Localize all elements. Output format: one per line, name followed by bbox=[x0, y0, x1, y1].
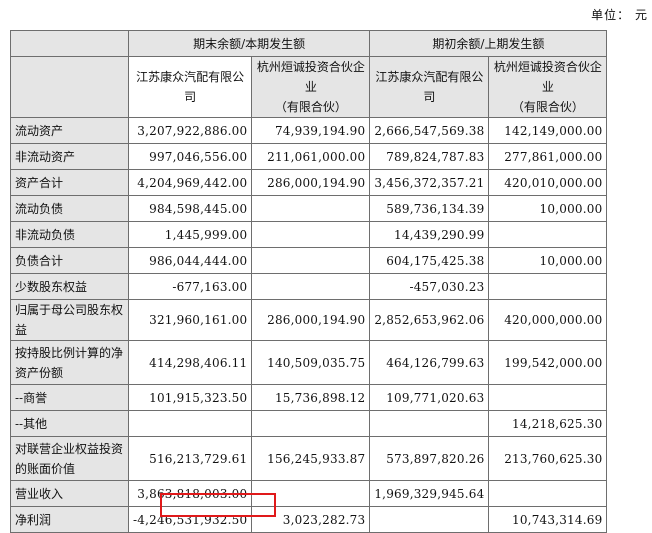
cell-a-prior: 789,824,787.83 bbox=[369, 143, 490, 170]
cell-a-current: 321,960,161.00 bbox=[127, 299, 253, 341]
cell-b-prior: 142,149,000.00 bbox=[488, 117, 608, 144]
cell-b-prior: 213,760,625.30 bbox=[488, 436, 608, 481]
row-label: 非流动负债 bbox=[10, 221, 129, 248]
cell-b-current bbox=[251, 273, 371, 300]
cell-a-prior: 3,456,372,357.21 bbox=[369, 169, 490, 196]
header-company-b-current: 杭州烜诚投资合伙企业 （有限合伙） bbox=[251, 56, 371, 118]
cell-b-prior bbox=[488, 221, 608, 248]
row-label: 对联营企业权益投资的账面价值 bbox=[10, 436, 129, 481]
cell-a-current: 4,204,969,442.00 bbox=[127, 169, 253, 196]
header-corner bbox=[10, 30, 129, 57]
table-row: 对联营企业权益投资的账面价值 516,213,729.61 156,245,93… bbox=[10, 436, 608, 481]
cell-b-current bbox=[251, 221, 371, 248]
row-label: 资产合计 bbox=[10, 169, 129, 196]
row-label: 净利润 bbox=[10, 506, 129, 533]
cell-a-current: 984,598,445.00 bbox=[127, 195, 253, 222]
cell-b-prior: 10,000.00 bbox=[488, 247, 608, 274]
cell-a-prior: 2,666,547,569.38 bbox=[369, 117, 490, 144]
cell-b-prior: 277,861,000.00 bbox=[488, 143, 608, 170]
table-row: 净利润 -4,246,531,932.50 3,023,282.73 10,74… bbox=[10, 506, 608, 533]
company-b-suffix: （有限合伙） bbox=[274, 100, 347, 114]
header-row-companies: 江苏康众汽配有限公司 杭州烜诚投资合伙企业 （有限合伙） 江苏康众汽配有限公司 … bbox=[10, 56, 608, 118]
cell-a-current: 3,207,922,886.00 bbox=[127, 117, 253, 144]
cell-b-prior: 420,010,000.00 bbox=[488, 169, 608, 196]
cell-b-prior: 14,218,625.30 bbox=[488, 410, 608, 437]
row-label: --商誉 bbox=[10, 384, 129, 411]
cell-a-current: -677,163.00 bbox=[127, 273, 253, 300]
row-label: 归属于母公司股东权益 bbox=[10, 299, 129, 341]
cell-b-current: 286,000,194.90 bbox=[251, 169, 371, 196]
cell-b-current: 15,736,898.12 bbox=[251, 384, 371, 411]
cell-b-current bbox=[251, 247, 371, 274]
cell-a-prior bbox=[369, 410, 490, 437]
header-row-groups: 期末余额/本期发生额 期初余额/上期发生额 bbox=[10, 30, 608, 57]
cell-a-current: 986,044,444.00 bbox=[127, 247, 253, 274]
cell-b-current bbox=[251, 410, 371, 437]
cell-b-current bbox=[251, 195, 371, 222]
cell-a-current bbox=[127, 410, 253, 437]
table-row: 负债合计 986,044,444.00 604,175,425.38 10,00… bbox=[10, 247, 608, 274]
row-label: 流动资产 bbox=[10, 117, 129, 144]
table-row: 少数股东权益 -677,163.00 -457,030.23 bbox=[10, 273, 608, 300]
cell-a-prior: 109,771,020.63 bbox=[369, 384, 490, 411]
cell-a-prior: 464,126,799.63 bbox=[369, 340, 490, 385]
cell-a-prior bbox=[369, 506, 490, 533]
table-row: 非流动资产 997,046,556.00 211,061,000.00 789,… bbox=[10, 143, 608, 170]
table-row: 按持股比例计算的净资产份额 414,298,406.11 140,509,035… bbox=[10, 340, 608, 385]
row-label: --其他 bbox=[10, 410, 129, 437]
cell-a-prior: 573,897,820.26 bbox=[369, 436, 490, 481]
cell-a-prior: 2,852,653,962.06 bbox=[369, 299, 490, 341]
highlight-box bbox=[160, 493, 276, 517]
cell-b-prior bbox=[488, 480, 608, 507]
header-company-b-prior: 杭州烜诚投资合伙企业 （有限合伙） bbox=[488, 56, 608, 118]
cell-a-prior: 589,736,134.39 bbox=[369, 195, 490, 222]
table-row: 流动负债 984,598,445.00 589,736,134.39 10,00… bbox=[10, 195, 608, 222]
cell-b-prior bbox=[488, 273, 608, 300]
company-b-name: 杭州烜诚投资合伙企业 bbox=[256, 60, 365, 94]
row-label: 营业收入 bbox=[10, 480, 129, 507]
table-row: 非流动负债 1,445,999.00 14,439,290.99 bbox=[10, 221, 608, 248]
company-b-suffix: （有限合伙） bbox=[511, 100, 584, 114]
table-row: --商誉 101,915,323.50 15,736,898.12 109,77… bbox=[10, 384, 608, 411]
table-row: 资产合计 4,204,969,442.00 286,000,194.90 3,4… bbox=[10, 169, 608, 196]
cell-b-current: 156,245,933.87 bbox=[251, 436, 371, 481]
cell-b-current: 74,939,194.90 bbox=[251, 117, 371, 144]
cell-b-current: 286,000,194.90 bbox=[251, 299, 371, 341]
row-label: 非流动资产 bbox=[10, 143, 129, 170]
cell-b-prior: 10,000.00 bbox=[488, 195, 608, 222]
cell-a-prior: 1,969,329,945.64 bbox=[369, 480, 490, 507]
cell-a-current: 101,915,323.50 bbox=[127, 384, 253, 411]
header-group-prior: 期初余额/上期发生额 bbox=[369, 30, 608, 57]
row-label: 负债合计 bbox=[10, 247, 129, 274]
unit-label: 单位： 元 bbox=[591, 8, 648, 22]
cell-b-current: 140,509,035.75 bbox=[251, 340, 371, 385]
table-row: --其他 14,218,625.30 bbox=[10, 410, 608, 437]
cell-b-prior: 420,000,000.00 bbox=[488, 299, 608, 341]
cell-a-current: 516,213,729.61 bbox=[127, 436, 253, 481]
cell-a-current: 1,445,999.00 bbox=[127, 221, 253, 248]
row-label: 少数股东权益 bbox=[10, 273, 129, 300]
header-company-a-current: 江苏康众汽配有限公司 bbox=[127, 56, 253, 118]
cell-a-prior: 14,439,290.99 bbox=[369, 221, 490, 248]
row-label: 流动负债 bbox=[10, 195, 129, 222]
header-company-a-prior: 江苏康众汽配有限公司 bbox=[369, 56, 490, 118]
table-row: 流动资产 3,207,922,886.00 74,939,194.90 2,66… bbox=[10, 117, 608, 144]
financial-table: 期末余额/本期发生额 期初余额/上期发生额 江苏康众汽配有限公司 杭州烜诚投资合… bbox=[10, 30, 608, 533]
header-corner-2 bbox=[10, 56, 129, 118]
company-b-name: 杭州烜诚投资合伙企业 bbox=[493, 60, 602, 94]
row-label: 按持股比例计算的净资产份额 bbox=[10, 340, 129, 385]
cell-a-prior: -457,030.23 bbox=[369, 273, 490, 300]
cell-b-prior: 10,743,314.69 bbox=[488, 506, 608, 533]
cell-b-prior: 199,542,000.00 bbox=[488, 340, 608, 385]
cell-b-current: 211,061,000.00 bbox=[251, 143, 371, 170]
header-group-current: 期末余额/本期发生额 bbox=[127, 30, 371, 57]
cell-a-current: 997,046,556.00 bbox=[127, 143, 253, 170]
table-row: 归属于母公司股东权益 321,960,161.00 286,000,194.90… bbox=[10, 299, 608, 341]
table-row: 营业收入 3,863,818,003.00 1,969,329,945.64 bbox=[10, 480, 608, 507]
cell-a-current: 414,298,406.11 bbox=[127, 340, 253, 385]
cell-b-prior bbox=[488, 384, 608, 411]
cell-a-prior: 604,175,425.38 bbox=[369, 247, 490, 274]
